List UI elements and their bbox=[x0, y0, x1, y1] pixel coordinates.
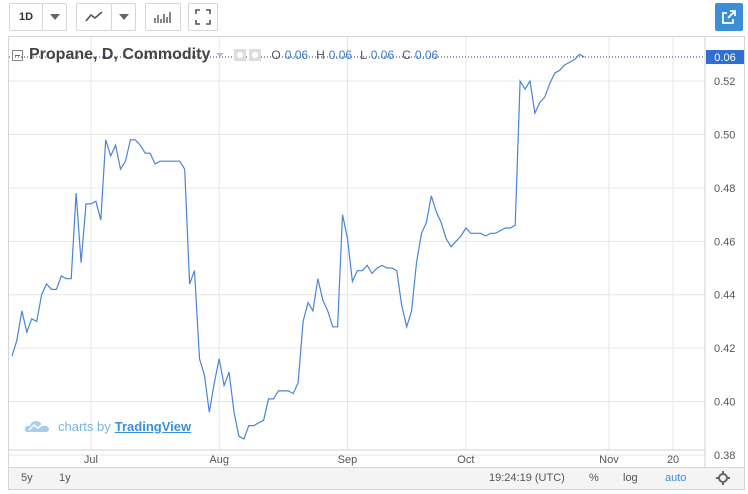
collapse-legend-button[interactable] bbox=[12, 49, 23, 61]
open-label: O bbox=[271, 48, 281, 62]
chart-legend: Propane, D, Commodity O 0.06 H 0.06 L 0.… bbox=[12, 44, 438, 66]
low-label: L bbox=[360, 48, 367, 62]
price-badge: 0.06 bbox=[706, 50, 744, 65]
watermark-brand-link[interactable]: TradingView bbox=[115, 419, 191, 434]
clock-time: 19:24:19 (UTC) bbox=[489, 472, 565, 484]
watermark-prefix: charts by bbox=[58, 418, 111, 434]
chart-grid bbox=[9, 37, 706, 467]
gear-icon[interactable] bbox=[716, 471, 730, 485]
range-1y-button[interactable]: 1y bbox=[59, 472, 71, 484]
cloud-icon bbox=[24, 421, 49, 432]
time-axis: Jul Aug Sep Oct Nov 20 bbox=[84, 454, 679, 466]
percent-scale-button[interactable]: % bbox=[589, 472, 599, 484]
price-axis: 0.52 0.50 0.48 0.46 0.44 0.42 0.40 0.38 bbox=[714, 76, 735, 462]
y-tick-label: 0.42 bbox=[714, 343, 735, 355]
bottom-toolbar: 5y 1y 19:24:19 (UTC) % log auto bbox=[8, 468, 745, 490]
settings-icons[interactable] bbox=[233, 48, 263, 62]
x-tick-label: Jul bbox=[84, 454, 98, 466]
y-tick-label: 0.40 bbox=[714, 397, 735, 409]
price-badge-label: 0.06 bbox=[714, 52, 735, 64]
y-tick-label: 0.48 bbox=[714, 183, 735, 195]
y-tick-label: 0.46 bbox=[714, 236, 735, 248]
high-value: 0.06 bbox=[328, 48, 353, 62]
y-tick-label: 0.50 bbox=[714, 129, 735, 141]
x-tick-label: Nov bbox=[599, 454, 619, 466]
close-label: C bbox=[402, 48, 411, 62]
symbol-title: Propane, D, Commodity bbox=[29, 46, 211, 63]
auto-scale-button[interactable]: auto bbox=[665, 472, 686, 484]
open-value: 0.06 bbox=[284, 48, 309, 62]
tradingview-watermark[interactable]: charts by TradingView bbox=[24, 418, 191, 434]
high-label: H bbox=[316, 48, 325, 62]
range-5y-button[interactable]: 5y bbox=[21, 472, 33, 484]
y-tick-label: 0.44 bbox=[714, 290, 735, 302]
x-tick-label: Oct bbox=[457, 454, 474, 466]
close-value: 0.06 bbox=[414, 48, 439, 62]
chevron-down-icon[interactable] bbox=[215, 51, 227, 59]
y-tick-label: 0.38 bbox=[714, 450, 735, 462]
y-tick-label: 0.52 bbox=[714, 76, 735, 88]
x-tick-label: 20 bbox=[667, 454, 679, 466]
x-tick-label: Aug bbox=[209, 454, 229, 466]
log-scale-button[interactable]: log bbox=[623, 472, 638, 484]
low-value: 0.06 bbox=[370, 48, 395, 62]
price-line bbox=[11, 53, 585, 440]
x-tick-label: Sep bbox=[338, 454, 358, 466]
